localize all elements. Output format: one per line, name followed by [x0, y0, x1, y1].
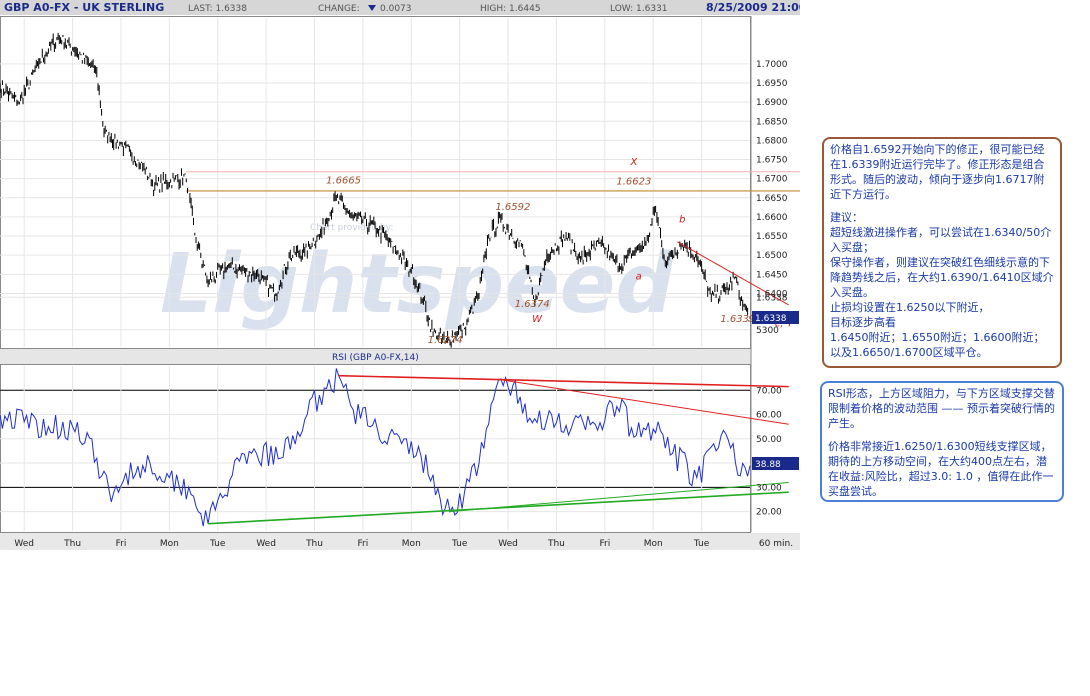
rsi-note-risk: 价格非常接近1.6250/1.6300短线支撑区域，期待的上方移动空间，在大约4…	[828, 440, 1054, 498]
wave-label: 1.6592	[495, 202, 530, 213]
price-y-tick-label: 1.7000	[756, 60, 788, 70]
watermark-logo: Lightspeed	[160, 237, 675, 332]
x-axis-label: Wed	[498, 539, 518, 549]
wave-label: 1.6623	[616, 176, 651, 187]
price-y-tick-label: 5300	[756, 326, 779, 336]
rsi-plot-frame	[0, 364, 751, 533]
price-y-tick-label: 1.6700	[756, 175, 788, 185]
rsi-note-box: RSI形态，上方区域阻力，与下方区域支撑交替限制着价格的波动范围 —— 预示着突…	[820, 381, 1064, 502]
wave-label: 1.6665	[326, 175, 361, 186]
wave-label: 1.6274	[428, 335, 463, 346]
wave-label: b	[679, 215, 685, 226]
x-axis-label: Wed	[256, 539, 276, 549]
analysis-note-box: 价格自1.6592开始向下的修正，很可能已经在1.6339附近运行完毕了。修正形…	[822, 137, 1062, 368]
header-symbol: GBP A0-FX - UK STERLING	[4, 1, 164, 14]
price-y-tick-label: 1.6338	[756, 293, 788, 303]
rsi-y-tick-label: 20.00	[756, 508, 782, 518]
rsi-y-ticks: 70.0060.0050.0040.0030.0020.00	[756, 386, 782, 517]
note-stop-loss: 止损均设置在1.6250以下附近，	[830, 301, 990, 314]
price-y-tick-label: 1.6500	[756, 251, 788, 261]
x-axis-label: Tue	[209, 539, 226, 549]
price-y-ticks: 1.7000 1.6950 1.6900 1.6850 1.6800 1.6750 1.67…	[756, 60, 788, 336]
x-axis-label: Tue	[693, 539, 710, 549]
rsi-title: RSI (GBP A0-FX,14)	[332, 353, 419, 363]
header-high: HIGH: 1.6445	[480, 4, 541, 14]
x-axis-label: Tue	[451, 539, 468, 549]
x-axis-label: Mon	[160, 539, 179, 549]
note-final-target: 以及1.6650/1.6700区域平仓。	[830, 346, 988, 359]
header-low: LOW: 1.6331	[610, 4, 668, 14]
x-axis-label: Fri	[358, 539, 369, 549]
price-y-tick-label: 1.6900	[756, 98, 788, 108]
wave-label: X	[629, 157, 638, 168]
note-advice-conservative: 保守操作者，则建议在突破红色细线示意的下降趋势线之后，在大约1.6390/1.6…	[830, 256, 1054, 299]
rsi-last-value: 38.88	[755, 460, 781, 470]
price-last-value: 1.6338	[755, 314, 787, 324]
wave-label: 1.6339	[720, 314, 755, 325]
price-y-tick-label: 1.6950	[756, 79, 788, 89]
price-y-tick-label: 1.6600	[756, 213, 788, 223]
rsi-note-pattern: RSI形态，上方区域阻力，与下方区域支撑交替限制着价格的波动范围 —— 预示着突…	[828, 387, 1055, 430]
wave-label: W	[532, 314, 543, 325]
header-change-value: 0.0073	[380, 4, 412, 14]
note-advice-aggressive: 超短线激进操作者，可以尝试在1.6340/50介入买盘；	[830, 226, 1052, 254]
x-axis-label: Mon	[644, 539, 663, 549]
x-axis-label: Fri	[116, 539, 127, 549]
x-axis-label: Thu	[547, 539, 565, 549]
note-advice-title: 建议：	[830, 211, 863, 224]
header-datetime: 8/25/2009 21:00	[706, 1, 800, 14]
rsi-y-tick-label: 30.00	[756, 483, 782, 493]
header-change-label: CHANGE:	[318, 4, 360, 14]
note-target-title: 目标逐步高看	[830, 316, 896, 329]
price-rsi-chart: GBP A0-FX - UK STERLING LAST: 1.6338 CHA…	[0, 0, 807, 550]
note-targets: 1.6450附近；1.6550附近；1.6600附近；	[830, 331, 1045, 344]
x-axis-label: 60 min.	[759, 539, 793, 549]
x-axis-label: Thu	[305, 539, 323, 549]
price-y-tick-label: 1.6650	[756, 194, 788, 204]
x-axis-label: Thu	[63, 539, 81, 549]
header-last: LAST: 1.6338	[188, 4, 247, 14]
price-y-tick-label: 1.6750	[756, 156, 788, 166]
x-axis-label: Wed	[14, 539, 34, 549]
rsi-y-tick-label: 70.00	[756, 386, 782, 396]
x-axis-label: Fri	[599, 539, 610, 549]
price-y-tick-label: 1.6800	[756, 136, 788, 146]
price-y-tick-label: 1.6850	[756, 117, 788, 127]
x-axis-label: Mon	[402, 539, 421, 549]
chart-area: GBP A0-FX - UK STERLING LAST: 1.6338 CHA…	[0, 0, 807, 550]
note-summary: 价格自1.6592开始向下的修正，很可能已经在1.6339附近运行完毕了。修正形…	[830, 143, 1045, 201]
price-y-tick-label: 1.6550	[756, 232, 788, 242]
wave-label: a	[636, 272, 642, 283]
price-y-tick-label: 1.6450	[756, 270, 788, 280]
wave-label: 1.6374	[515, 299, 550, 310]
rsi-y-tick-label: 50.00	[756, 435, 782, 445]
rsi-y-tick-label: 60.00	[756, 411, 782, 421]
